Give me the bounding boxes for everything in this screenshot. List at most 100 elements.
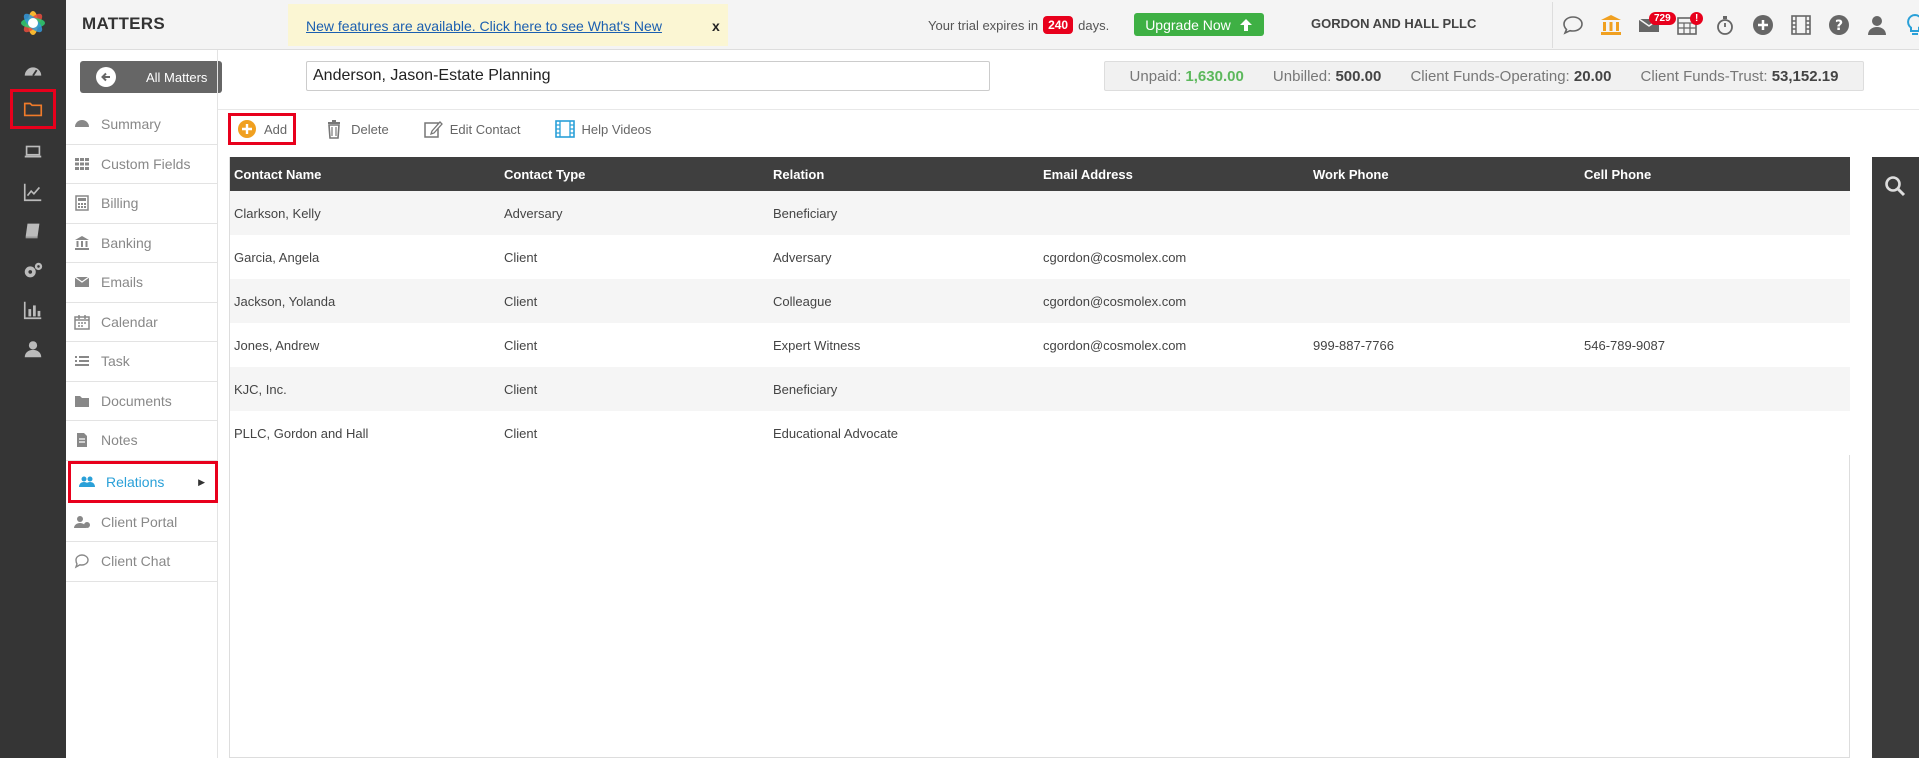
section-label: Notes — [101, 432, 138, 449]
edit-contact-label: Edit Contact — [449, 121, 521, 137]
bar-chart-rail-icon[interactable] — [18, 295, 48, 325]
calendar-grid-icon[interactable]: ! — [1668, 5, 1706, 45]
section-item-custom-fields[interactable]: Custom Fields — [66, 145, 218, 184]
table-row[interactable]: PLLC, Gordon and Hall Client Educational… — [230, 411, 1850, 455]
dashboard-rail-icon[interactable] — [18, 57, 48, 87]
reports-chart-rail-icon[interactable] — [18, 177, 48, 207]
laptop-rail-icon[interactable] — [18, 137, 48, 167]
all-matters-button[interactable]: All Matters — [80, 61, 222, 93]
matters-rail-icon[interactable] — [10, 89, 56, 129]
calculator-icon — [74, 195, 90, 211]
contact-type-cell: Adversary — [504, 205, 563, 221]
calendar-icon — [74, 314, 90, 330]
banner-close-button[interactable]: x — [712, 18, 720, 34]
trust-value[interactable]: 53,152.19 — [1772, 68, 1839, 85]
section-item-client-chat[interactable]: Client Chat — [66, 542, 218, 582]
stopwatch-icon[interactable] — [1706, 5, 1744, 45]
column-header-contact-name[interactable]: Contact Name — [230, 157, 500, 191]
contact-type-cell: Client — [504, 249, 538, 265]
search-icon[interactable] — [1884, 175, 1906, 197]
section-item-task[interactable]: Task — [66, 342, 218, 382]
relations-table: Contact Name Contact Type Relation Email… — [230, 157, 1850, 455]
firm-name[interactable]: GORDON AND HALL PLLC — [1311, 16, 1476, 31]
table-row[interactable]: Garcia, Angela Client Adversary cgordon@… — [230, 235, 1850, 279]
top-header: MATTERS New features are available. Clic… — [66, 0, 1919, 50]
section-item-calendar[interactable]: Calendar — [66, 303, 218, 342]
column-header-cell-phone[interactable]: Cell Phone — [1580, 157, 1850, 191]
help-videos-button[interactable]: Help Videos — [549, 115, 658, 143]
trial-prefix: Your trial expires in — [928, 17, 1039, 33]
contact-name-cell: Jackson, Yolanda — [234, 293, 336, 309]
lightbulb-icon[interactable] — [1896, 5, 1919, 45]
cell-phone-cell: 546-789-9087 — [1584, 337, 1665, 353]
operating-value[interactable]: 20.00 — [1574, 68, 1612, 85]
relation-cell: Colleague — [773, 293, 832, 309]
operating-summary: Client Funds-Operating: 20.00 — [1410, 68, 1611, 85]
add-button[interactable]: Add — [228, 113, 297, 145]
help-icon[interactable]: ? — [1820, 5, 1858, 45]
edit-contact-button[interactable]: Edit Contact — [417, 115, 527, 143]
column-header-email[interactable]: Email Address — [1039, 157, 1309, 191]
email-cell: cgordon@cosmolex.com — [1043, 337, 1187, 353]
settings-gears-rail-icon[interactable] — [18, 256, 48, 286]
portal-icon — [74, 514, 90, 530]
chat-bubble-icon[interactable] — [1554, 5, 1592, 45]
section-item-relations[interactable]: Relations ▶ — [68, 460, 218, 503]
book-rail-icon[interactable] — [18, 216, 48, 246]
column-header-work-phone[interactable]: Work Phone — [1309, 157, 1580, 191]
operating-label: Client Funds-Operating: — [1410, 67, 1570, 85]
section-label: Emails — [101, 274, 144, 291]
add-plus-icon — [238, 120, 256, 138]
contact-name-cell: Jones, Andrew — [234, 337, 320, 353]
section-item-documents[interactable]: Documents — [66, 382, 218, 421]
section-item-client-portal[interactable]: Client Portal — [66, 503, 218, 542]
table-row[interactable]: Clarkson, Kelly Adversary Beneficiary — [230, 191, 1850, 235]
bank-icon[interactable] — [1592, 5, 1630, 45]
section-item-billing[interactable]: Billing — [66, 184, 218, 224]
section-label: Relations — [106, 473, 165, 490]
calendar-alert-badge: ! — [1690, 12, 1704, 25]
table-row[interactable]: KJC, Inc. Client Beneficiary — [230, 367, 1850, 411]
cell-phone-cell — [1580, 279, 1850, 323]
cell-phone-cell — [1580, 191, 1850, 235]
section-label: Billing — [101, 195, 139, 212]
table-row[interactable]: Jones, Andrew Client Expert Witness cgor… — [230, 323, 1850, 367]
column-header-relation[interactable]: Relation — [769, 157, 1039, 191]
contact-type-cell: Client — [504, 381, 538, 397]
add-circle-icon[interactable] — [1744, 5, 1782, 45]
section-item-emails[interactable]: Emails — [66, 263, 218, 303]
cell-phone-cell — [1580, 411, 1850, 455]
delete-button[interactable]: Delete — [318, 115, 395, 143]
section-item-summary[interactable]: Summary — [66, 105, 218, 145]
work-phone-cell: 999-887-7766 — [1313, 337, 1394, 353]
section-item-banking[interactable]: Banking — [66, 224, 218, 263]
all-matters-label: All Matters — [146, 69, 208, 85]
folder-icon — [74, 393, 90, 409]
user-rail-icon[interactable] — [18, 334, 48, 364]
unbilled-value[interactable]: 500.00 — [1335, 68, 1381, 85]
relation-cell: Beneficiary — [773, 205, 838, 221]
section-label: Client Chat — [101, 553, 171, 570]
whats-new-link[interactable]: New features are available. Click here t… — [306, 18, 662, 34]
profile-icon[interactable] — [1858, 5, 1896, 45]
column-header-contact-type[interactable]: Contact Type — [500, 157, 769, 191]
section-label: Task — [101, 353, 130, 370]
unpaid-value[interactable]: 1,630.00 — [1185, 68, 1243, 85]
mail-icon[interactable]: 729 — [1630, 5, 1676, 45]
email-cell: cgordon@cosmolex.com — [1043, 249, 1187, 265]
app-root: MATTERS New features are available. Clic… — [0, 0, 1919, 758]
trust-summary: Client Funds-Trust: 53,152.19 — [1641, 68, 1839, 85]
matter-name-field[interactable] — [306, 61, 990, 91]
trial-suffix: days. — [1078, 17, 1110, 33]
table-row[interactable]: Jackson, Yolanda Client Colleague cgordo… — [230, 279, 1850, 323]
section-item-notes[interactable]: Notes — [66, 421, 218, 461]
upgrade-now-button[interactable]: Upgrade Now — [1134, 13, 1264, 36]
unpaid-summary: Unpaid: 1,630.00 — [1130, 68, 1244, 85]
film-icon[interactable] — [1782, 5, 1820, 45]
app-logo-icon[interactable] — [15, 5, 51, 41]
content-top-border — [218, 109, 1919, 110]
unbilled-label: Unbilled: — [1272, 67, 1332, 85]
email-cell — [1039, 191, 1309, 235]
section-label: Summary — [101, 116, 161, 133]
relation-cell: Educational Advocate — [773, 425, 899, 441]
